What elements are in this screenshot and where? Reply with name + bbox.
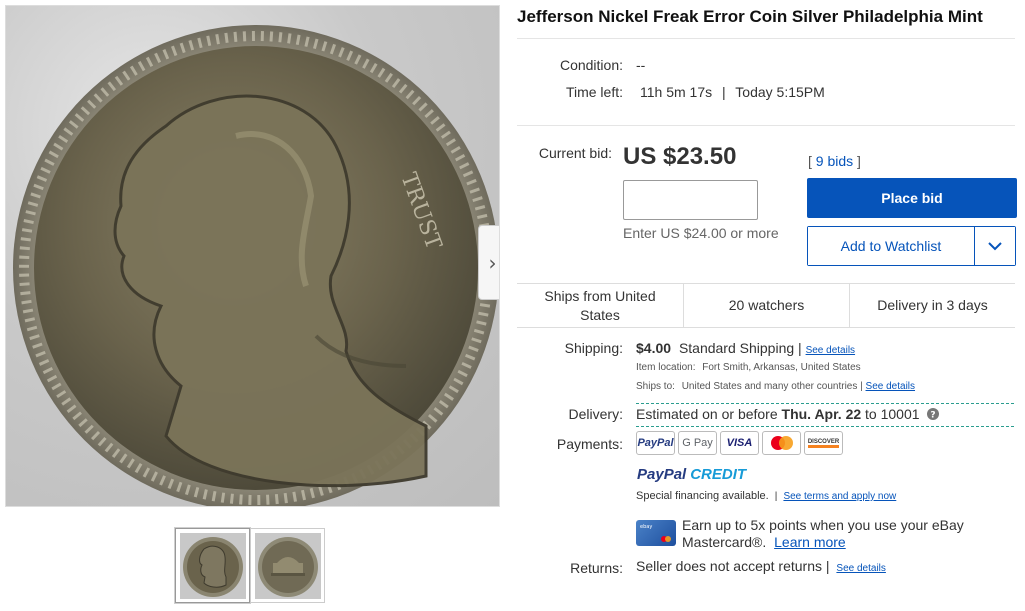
time-left-value: 11h 5m 17s | Today 5:15PM bbox=[640, 84, 825, 100]
bids-count-link[interactable]: 9 bids bbox=[816, 153, 853, 169]
end-time: Today 5:15PM bbox=[735, 84, 825, 100]
financing-terms-link[interactable]: See terms and apply now bbox=[783, 491, 896, 502]
paypal-credit-word-a: PayPal bbox=[637, 466, 687, 483]
discover-badge: DISCOVER bbox=[804, 431, 843, 455]
mastercard-promo: Earn up to 5x points when you use your e… bbox=[682, 517, 964, 551]
item-location: Item location: Fort Smith, Arkansas, Uni… bbox=[636, 362, 861, 373]
ships-to-see-details-link[interactable]: See details bbox=[866, 381, 915, 392]
bid-amount-input[interactable] bbox=[623, 180, 758, 220]
separator: | bbox=[860, 381, 863, 392]
returns-see-details-link[interactable]: See details bbox=[836, 563, 885, 574]
thumbnail-obverse[interactable] bbox=[175, 528, 250, 603]
info-strip: Ships from United States 20 watchers Del… bbox=[517, 283, 1015, 328]
coin-obverse-image: TRUST bbox=[13, 25, 499, 506]
delivery-top-dashline bbox=[636, 403, 1014, 404]
watchlist-button-group: Add to Watchlist bbox=[807, 226, 1016, 266]
coin-obverse-thumbnail bbox=[179, 532, 246, 599]
ebay-mastercard-icon: ebay bbox=[636, 520, 676, 546]
paypal-credit-word-b: CREDIT bbox=[690, 466, 747, 483]
chevron-down-icon bbox=[988, 241, 1002, 250]
coin-reverse-thumbnail bbox=[254, 532, 321, 599]
condition-label: Condition: bbox=[559, 57, 623, 73]
bid-hint: Enter US $24.00 or more bbox=[623, 225, 779, 241]
special-financing: Special financing available. | See terms… bbox=[636, 490, 896, 502]
next-image-button[interactable]: › bbox=[478, 225, 499, 300]
returns-label: Returns: bbox=[570, 560, 623, 576]
delivery-prefix: Estimated on or before bbox=[636, 406, 778, 422]
delivery-estimate: Delivery in 3 days bbox=[849, 284, 1015, 327]
mastercard-promo-text: Mastercard®. bbox=[682, 534, 767, 550]
time-left-label: Time left: bbox=[565, 84, 623, 100]
returns-policy: Seller does not accept returns bbox=[636, 558, 822, 574]
ships-to-value: United States and many other countries bbox=[681, 381, 858, 392]
gpay-logo-text: G Pay bbox=[682, 437, 713, 449]
payments-label: Payments: bbox=[556, 436, 623, 452]
question-circle-icon[interactable]: ? bbox=[927, 408, 940, 421]
delivery-suffix: to 10001 bbox=[865, 406, 920, 422]
svg-text:?: ? bbox=[931, 411, 936, 421]
delivery-date: Thu. Apr. 22 bbox=[781, 406, 862, 422]
visa-badge: VISA bbox=[720, 431, 759, 455]
item-title: Jefferson Nickel Freak Error Coin Silver… bbox=[517, 7, 983, 26]
section-divider bbox=[517, 125, 1015, 126]
learn-more-link[interactable]: Learn more bbox=[774, 534, 846, 550]
ships-from: Ships from United States bbox=[544, 287, 656, 323]
shipping-label: Shipping: bbox=[564, 340, 623, 356]
separator: | bbox=[722, 84, 726, 100]
place-bid-button[interactable]: Place bid bbox=[807, 178, 1017, 218]
shipping-method: Standard Shipping bbox=[678, 340, 795, 356]
thumbnail-reverse[interactable] bbox=[250, 528, 325, 603]
main-item-image[interactable]: TRUST › bbox=[5, 5, 500, 507]
item-location-value: Fort Smith, Arkansas, United States bbox=[702, 362, 861, 373]
chevron-right-icon: › bbox=[488, 250, 497, 275]
svg-text:ebay: ebay bbox=[640, 524, 652, 530]
paypal-badge: PayPal bbox=[636, 431, 675, 455]
returns-value: Seller does not accept returns | See det… bbox=[636, 558, 886, 574]
watchlist-dropdown-button[interactable] bbox=[974, 227, 1015, 265]
ships-to-label: Ships to: bbox=[636, 381, 675, 392]
gpay-badge: G Pay bbox=[678, 431, 717, 455]
paypal-logo-text: PayPal bbox=[637, 437, 674, 449]
delivery-label: Delivery: bbox=[568, 406, 623, 422]
current-bid-label: Current bid: bbox=[538, 145, 612, 161]
delivery-value: Estimated on or before Thu. Apr. 22 to 1… bbox=[636, 406, 940, 422]
item-location-label: Item location: bbox=[636, 362, 696, 373]
condition-value: -- bbox=[636, 57, 646, 73]
add-to-watchlist-button[interactable]: Add to Watchlist bbox=[808, 227, 974, 265]
ships-to: Ships to: United States and many other c… bbox=[636, 381, 915, 392]
mastercard-logo-icon bbox=[770, 436, 793, 450]
delivery-bottom-dashline bbox=[636, 426, 1014, 427]
separator: | bbox=[774, 491, 778, 502]
financing-text: Special financing available. bbox=[636, 490, 769, 502]
title-divider bbox=[517, 38, 1015, 39]
shipping-see-details-link[interactable]: See details bbox=[806, 345, 855, 356]
paypal-credit-logo: PayPal CREDIT bbox=[637, 466, 746, 483]
mastercard-promo-line2: Mastercard®. Learn more bbox=[682, 534, 964, 551]
visa-logo-text: VISA bbox=[726, 437, 753, 449]
shipping-price: $4.00 bbox=[636, 340, 672, 356]
countdown: 11h 5m 17s bbox=[640, 84, 713, 100]
current-bid-price: US $23.50 bbox=[623, 143, 737, 170]
separator: | bbox=[798, 340, 802, 356]
discover-logo-text: DISCOVER bbox=[807, 439, 840, 448]
mastercard-badge bbox=[762, 431, 801, 455]
watchers-count: 20 watchers bbox=[683, 284, 849, 327]
separator: | bbox=[825, 558, 830, 574]
bids-count: [ 9 bids ] bbox=[808, 153, 861, 169]
mastercard-promo-line1: Earn up to 5x points when you use your e… bbox=[682, 517, 964, 533]
shipping-value: $4.00 Standard Shipping | See details bbox=[636, 340, 855, 356]
